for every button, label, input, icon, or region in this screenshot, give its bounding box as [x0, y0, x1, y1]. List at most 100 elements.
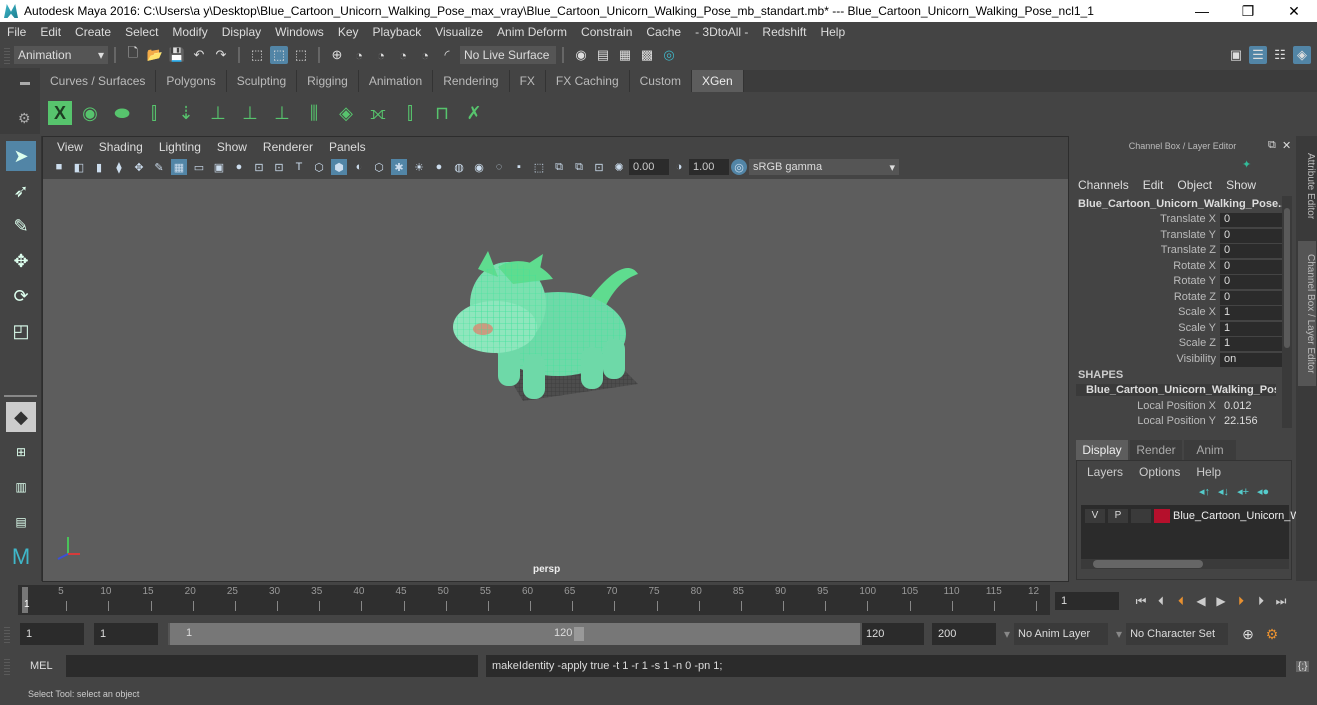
- 2d-pan-zoom-icon[interactable]: ✥: [131, 159, 147, 175]
- gamma-icon[interactable]: ◑: [671, 159, 687, 175]
- grip-handle[interactable]: [4, 657, 10, 675]
- render-settings-icon[interactable]: ▩: [638, 46, 656, 64]
- step-back-key-icon[interactable]: ⏴: [1171, 594, 1191, 609]
- shelf-tab-sculpting[interactable]: Sculpting: [226, 70, 298, 92]
- smooth-shade-icon[interactable]: ⬢: [331, 159, 347, 175]
- paint-select-tool-icon[interactable]: ✎: [6, 211, 36, 241]
- playback-start-field[interactable]: 1: [94, 623, 158, 645]
- exposure-icon[interactable]: ✺: [611, 159, 627, 175]
- viewport-menu-renderer[interactable]: Renderer: [255, 140, 321, 154]
- move-layer-up-icon[interactable]: ◂↑: [1199, 485, 1210, 498]
- shelf-menu-icon[interactable]: [20, 82, 30, 85]
- layer-playback-toggle[interactable]: P: [1108, 509, 1128, 523]
- viewport-menu-view[interactable]: View: [49, 140, 91, 154]
- viewport-menu-lighting[interactable]: Lighting: [151, 140, 209, 154]
- select-object-icon[interactable]: ⬚: [270, 46, 288, 64]
- viewport-menu-shading[interactable]: Shading: [91, 140, 151, 154]
- shelf-tab-xgen[interactable]: XGen: [691, 70, 744, 92]
- textured-icon[interactable]: ✱: [391, 159, 407, 175]
- play-forwards-icon[interactable]: ▶: [1211, 594, 1231, 608]
- layer-tab-anim[interactable]: Anim: [1184, 440, 1236, 460]
- menu-redshift[interactable]: Redshift: [755, 25, 813, 39]
- animation-preferences-icon[interactable]: ⚙: [1266, 626, 1279, 643]
- snap-live-icon[interactable]: ◜: [438, 46, 456, 64]
- shelf-tab-fx[interactable]: FX: [509, 70, 546, 92]
- viewport-menu-show[interactable]: Show: [209, 140, 255, 154]
- step-forward-key-icon[interactable]: ⏵: [1231, 594, 1251, 609]
- xgen-clear-preview-icon[interactable]: ⬬: [108, 98, 136, 128]
- safe-action-icon[interactable]: ⊡: [271, 159, 287, 175]
- camera-icon[interactable]: ■: [51, 159, 67, 175]
- grip-handle[interactable]: [4, 46, 10, 64]
- float-panel-icon[interactable]: ⧉: [1268, 139, 1276, 152]
- channel-row[interactable]: Translate Y 0: [1070, 229, 1282, 244]
- go-to-start-icon[interactable]: ⏮: [1131, 594, 1151, 609]
- channel-row[interactable]: Scale Z 1: [1070, 337, 1282, 352]
- channel-row[interactable]: Translate X 0: [1070, 213, 1282, 228]
- go-to-end-icon[interactable]: ⏭: [1271, 594, 1291, 609]
- xgen-place-guides-icon[interactable]: ⇣: [172, 98, 200, 128]
- channel-value[interactable]: 1: [1220, 337, 1282, 351]
- cb-menu-edit[interactable]: Edit: [1143, 178, 1164, 192]
- undo-icon[interactable]: ↶: [190, 46, 208, 64]
- layer-name[interactable]: Blue_Cartoon_Unicorn_W: [1173, 510, 1301, 522]
- le-menu-help[interactable]: Help: [1196, 465, 1221, 479]
- anti-aliasing-icon[interactable]: ◌: [491, 159, 507, 175]
- character-set-dropdown[interactable]: No Character Set: [1126, 623, 1229, 645]
- xgen-patch-icon[interactable]: ◈: [332, 98, 360, 128]
- channel-value[interactable]: 0: [1220, 275, 1282, 289]
- modeling-toolkit-icon[interactable]: ▣: [1227, 46, 1245, 64]
- channel-value[interactable]: 0: [1220, 260, 1282, 274]
- lasso-tool-icon[interactable]: ➶: [6, 176, 36, 206]
- exposure-field[interactable]: [629, 159, 669, 175]
- xgen-guide-region-icon[interactable]: ⊓: [428, 98, 456, 128]
- four-view-layout-icon[interactable]: ⊞: [6, 437, 36, 467]
- menu-help[interactable]: Help: [813, 25, 852, 39]
- persp-outliner-layout-icon[interactable]: ▥: [6, 472, 36, 502]
- menu-key[interactable]: Key: [331, 25, 366, 39]
- channel-value[interactable]: 0: [1220, 291, 1282, 305]
- viewport-menu-panels[interactable]: Panels: [321, 140, 374, 154]
- xgen-add-guide-icon[interactable]: ⊥: [204, 98, 232, 128]
- shelf-tab-rigging[interactable]: Rigging: [297, 70, 359, 92]
- default-material-icon[interactable]: ◐: [351, 159, 367, 175]
- animation-end-field[interactable]: 200: [932, 623, 996, 645]
- channel-value[interactable]: 0: [1220, 213, 1282, 227]
- channel-row[interactable]: Translate Z 0: [1070, 244, 1282, 259]
- selected-object-name[interactable]: Blue_Cartoon_Unicorn_Walking_Pose...: [1078, 198, 1287, 210]
- open-scene-icon[interactable]: 📂: [146, 46, 164, 64]
- image-plane-icon[interactable]: ⧫: [111, 159, 127, 175]
- snap-view-plane-icon[interactable]: ◔: [394, 46, 412, 64]
- tool-settings-icon[interactable]: ☷: [1271, 46, 1289, 64]
- xgen-select-guide-icon[interactable]: ⫿: [396, 98, 424, 128]
- menu-file[interactable]: File: [0, 25, 33, 39]
- shadows-icon[interactable]: ●: [431, 159, 447, 175]
- hypershade-icon[interactable]: ◎: [660, 46, 678, 64]
- wireframe-on-shaded-icon[interactable]: ⬡: [371, 159, 387, 175]
- channel-value[interactable]: 22.156: [1220, 415, 1282, 429]
- channel-value[interactable]: on: [1220, 353, 1282, 367]
- 3d-viewport[interactable]: persp: [43, 179, 1068, 581]
- layer-tab-render[interactable]: Render: [1130, 440, 1182, 460]
- move-layer-down-icon[interactable]: ◂↓: [1218, 485, 1229, 498]
- menu-edit[interactable]: Edit: [33, 25, 68, 39]
- command-language-toggle[interactable]: MEL: [30, 660, 64, 672]
- range-slider[interactable]: 1 120: [168, 623, 862, 645]
- grid-toggle-icon[interactable]: ▦: [171, 159, 187, 175]
- layer-visibility-toggle[interactable]: V: [1085, 509, 1105, 523]
- gamma-field[interactable]: [689, 159, 729, 175]
- new-layer-from-selection-icon[interactable]: ◂●: [1257, 485, 1269, 498]
- layer-display-type-toggle[interactable]: [1131, 509, 1151, 523]
- cb-menu-object[interactable]: Object: [1177, 178, 1212, 192]
- menuset-dropdown[interactable]: Animation ▾: [14, 46, 108, 64]
- shelf-tab-custom[interactable]: Custom: [629, 70, 692, 92]
- xgen-bend-guide-icon[interactable]: ⟗: [364, 98, 392, 128]
- unicorn-model[interactable]: [43, 179, 1068, 581]
- layer-color-swatch[interactable]: [1154, 509, 1170, 523]
- chevron-down-icon[interactable]: ▾: [1116, 627, 1122, 641]
- auto-key-icon[interactable]: ⊕: [1242, 626, 1254, 643]
- new-scene-icon[interactable]: 🗋: [124, 45, 142, 64]
- menu-windows[interactable]: Windows: [268, 25, 331, 39]
- shelf-tab-polygons[interactable]: Polygons: [156, 70, 227, 92]
- step-back-frame-icon[interactable]: ⏴: [1151, 594, 1171, 609]
